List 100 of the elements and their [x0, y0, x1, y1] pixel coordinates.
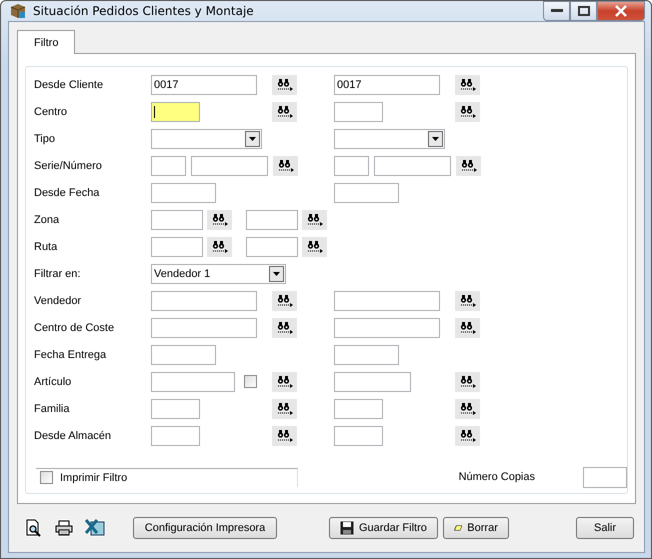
binoculars-icon [276, 320, 292, 334]
field-label: Familia [34, 402, 70, 414]
checkbox[interactable] [40, 471, 53, 484]
input-field[interactable] [334, 290, 440, 310]
field-label: Fecha Entrega [34, 348, 108, 360]
input-field[interactable] [374, 156, 451, 176]
input-field[interactable] [151, 156, 186, 176]
binoculars-button[interactable] [273, 156, 298, 176]
minimize-button[interactable] [543, 1, 570, 21]
dropdown[interactable] [151, 128, 262, 148]
binoculars-button[interactable] [272, 102, 297, 122]
binoculars-icon [276, 104, 292, 118]
input-field[interactable] [151, 182, 216, 202]
binoculars-icon [306, 212, 322, 226]
input-field[interactable]: 0017 [334, 74, 440, 94]
binoculars-icon [460, 402, 476, 416]
printer-icon[interactable] [55, 520, 73, 536]
action-button[interactable]: Salir [576, 517, 634, 539]
binoculars-button[interactable] [272, 318, 297, 338]
erase-button[interactable]: Borrar [442, 517, 509, 539]
binoculars-icon [460, 294, 476, 308]
print-preview-icon[interactable] [25, 519, 43, 537]
binoculars-button[interactable] [456, 156, 481, 176]
input-field[interactable] [151, 102, 200, 122]
input-field[interactable] [334, 344, 399, 364]
input-field[interactable] [246, 236, 298, 256]
binoculars-button[interactable] [455, 290, 480, 310]
field-label: Zona [34, 214, 60, 226]
binoculars-button[interactable] [302, 236, 327, 256]
checkbox[interactable] [244, 375, 257, 388]
binoculars-button[interactable] [455, 102, 480, 122]
input-field[interactable] [334, 398, 383, 418]
binoculars-icon [212, 212, 228, 226]
binoculars-button[interactable] [207, 210, 232, 230]
input-field[interactable] [151, 318, 257, 338]
close-button[interactable] [597, 1, 645, 21]
checkbox-label: Imprimir Filtro [60, 472, 128, 484]
caret-icon [432, 136, 439, 140]
field-label: Serie/Número [34, 160, 103, 172]
box-icon [9, 2, 27, 20]
tab[interactable]: Filtro [17, 30, 76, 54]
field-label: Tipo [34, 132, 56, 144]
input-field[interactable] [334, 102, 383, 122]
minimize-icon [550, 9, 562, 13]
maximize-button[interactable] [570, 1, 597, 21]
save-button[interactable]: Guardar Filtro [329, 517, 438, 539]
binoculars-icon [460, 78, 476, 92]
binoculars-button[interactable] [455, 318, 480, 338]
input-field[interactable] [583, 466, 627, 488]
input-field[interactable] [334, 156, 369, 176]
binoculars-button[interactable] [272, 290, 297, 310]
binoculars-button[interactable] [272, 74, 297, 94]
binoculars-button[interactable] [455, 74, 480, 94]
input-field[interactable] [151, 426, 200, 446]
close-icon [614, 5, 628, 17]
binoculars-icon [460, 104, 476, 118]
binoculars-button[interactable] [207, 236, 232, 256]
field-label: Número Copias [458, 471, 535, 483]
input-field[interactable] [334, 182, 399, 202]
input-field[interactable] [151, 210, 203, 230]
field-label: Desde Fecha [34, 186, 100, 198]
dropdown[interactable]: Vendedor 1 [151, 264, 286, 284]
input-field[interactable] [151, 344, 216, 364]
binoculars-icon [306, 240, 322, 254]
binoculars-icon [212, 240, 228, 254]
binoculars-button[interactable] [455, 372, 480, 392]
input-field[interactable] [334, 426, 383, 446]
input-field[interactable] [334, 318, 440, 338]
input-field[interactable] [246, 210, 298, 230]
field-label: Artículo [34, 376, 72, 388]
binoculars-button[interactable] [272, 372, 297, 392]
field-label: Centro [34, 106, 68, 118]
input-field[interactable] [151, 398, 200, 418]
binoculars-icon [276, 402, 292, 416]
binoculars-icon [276, 294, 292, 308]
maximize-icon [578, 6, 590, 16]
binoculars-button[interactable] [272, 398, 297, 418]
binoculars-icon [460, 158, 476, 172]
input-field[interactable]: 0017 [151, 74, 257, 94]
binoculars-button[interactable] [302, 210, 327, 230]
dropdown[interactable] [334, 128, 445, 148]
caret-icon [273, 272, 280, 276]
action-button[interactable]: Configuración Impresora [133, 517, 277, 539]
binoculars-icon [460, 320, 476, 334]
spreadsheet-icon[interactable] [85, 519, 105, 537]
caret-icon [249, 136, 256, 140]
binoculars-button[interactable] [455, 398, 480, 418]
input-field[interactable] [191, 156, 268, 176]
binoculars-button[interactable] [272, 426, 297, 446]
input-field[interactable] [334, 372, 411, 392]
binoculars-icon [460, 374, 476, 388]
input-field[interactable] [151, 290, 257, 310]
input-field[interactable] [151, 372, 235, 392]
binoculars-icon [460, 428, 476, 442]
field-label: Vendedor [34, 294, 82, 306]
binoculars-icon [278, 158, 294, 172]
field-label: Filtrar en: [34, 268, 82, 280]
input-field[interactable] [151, 236, 203, 256]
field-label: Desde Almacén [34, 430, 112, 442]
binoculars-button[interactable] [455, 426, 480, 446]
